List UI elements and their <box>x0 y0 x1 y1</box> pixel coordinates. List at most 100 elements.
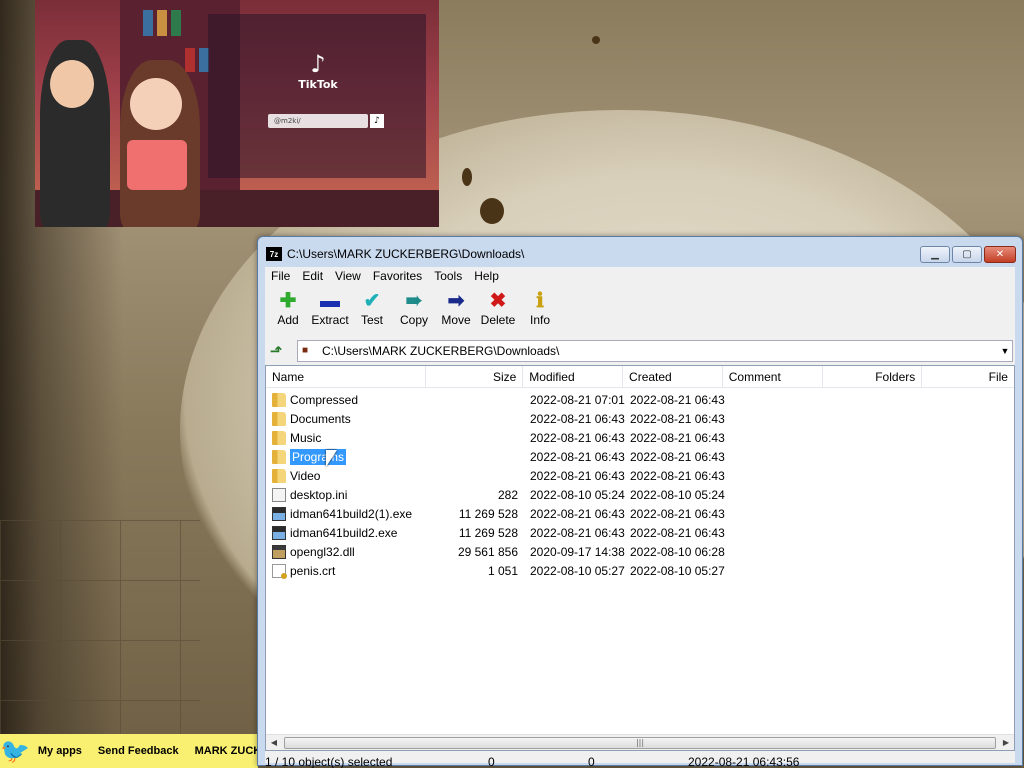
info-icon: ℹ <box>536 290 544 312</box>
status-selection: 1 / 10 object(s) selected <box>265 755 393 768</box>
move-label: Move <box>441 313 471 327</box>
file-modified: 2022-08-21 06:43 <box>530 430 625 445</box>
horizontal-scrollbar[interactable]: ◀ ||| ▶ <box>266 734 1014 750</box>
window-client: File Edit View Favorites Tools Help ✚ Ad… <box>265 267 1015 768</box>
file-icon <box>272 487 286 502</box>
file-created: 2022-08-21 06:43 <box>630 392 725 407</box>
scroll-right-icon[interactable]: ▶ <box>998 738 1014 747</box>
menu-tools[interactable]: Tools <box>428 267 468 285</box>
character-right-face <box>130 78 182 130</box>
double-arrow-icon: ➠ <box>405 290 423 312</box>
file-row[interactable]: Video 2022-08-21 06:43 2022-08-21 06:43 <box>266 466 1014 485</box>
up-folder-icon[interactable]: ⬏ <box>265 340 287 362</box>
file-row[interactable]: idman641build2.exe 11 269 528 2022-08-21 0… <box>266 523 1014 542</box>
column-files[interactable]: File <box>922 366 1014 387</box>
chevron-down-icon[interactable]: ▼ <box>998 346 1012 356</box>
book <box>185 48 195 72</box>
taskbar-send-feedback[interactable]: Send Feedback <box>90 745 187 757</box>
file-modified: 2022-08-21 06:43 <box>530 506 625 521</box>
menu-edit[interactable]: Edit <box>296 267 329 285</box>
file-modified: 2022-08-10 05:24 <box>530 487 625 502</box>
file-row[interactable]: idman641build2(1).exe 11 269 528 2022-08-2… <box>266 504 1014 523</box>
drive-icon: ■ <box>302 345 309 356</box>
file-row[interactable]: penis.crt 1 051 2022-08-10 05:27 2022-08-10… <box>266 561 1014 580</box>
file-created: 2022-08-21 06:43 <box>630 506 725 521</box>
menu-file[interactable]: File <box>265 267 296 285</box>
file-name-cell: opengl32.dll <box>266 544 426 559</box>
background-speck <box>462 168 472 186</box>
column-name[interactable]: Name <box>266 366 426 387</box>
folder-icon <box>272 392 286 407</box>
file-name-cell: Video <box>266 468 426 483</box>
file-name-cell: Documents <box>266 411 426 426</box>
file-list[interactable]: Name Size Modified Created Comment Folde… <box>265 365 1015 751</box>
file-created: 2022-08-10 05:24 <box>630 487 725 502</box>
folder-icon <box>272 468 286 483</box>
background-speck <box>480 198 504 224</box>
video-thumbnail[interactable]: ♪ TikTok @m2ki/ ♪ <box>35 0 439 227</box>
info-label: Info <box>529 313 550 327</box>
delete-button[interactable]: ✖ Delete <box>477 289 519 327</box>
file-manager-window: 7z C:\Users\MARK ZUCKERBERG\Downloads\ ▁… <box>257 236 1023 768</box>
file-row[interactable]: Documents 2022-08-21 06:43 2022-08-21 06:4… <box>266 409 1014 428</box>
tiktok-note-icon: ♪ <box>310 50 326 78</box>
add-button[interactable]: ✚ Add <box>267 289 309 327</box>
column-modified[interactable]: Modified <box>523 366 624 387</box>
file-row[interactable]: Programs 2022-08-21 06:43 2022-08-21 06:43 <box>266 447 1014 466</box>
file-name: Documents <box>290 411 351 426</box>
file-created: 2022-08-21 06:43 <box>630 449 725 464</box>
status-bar: 1 / 10 object(s) selected 0 0 2022-08-21… <box>265 753 1015 768</box>
minimize-button[interactable]: ▁ <box>920 246 950 263</box>
file-name: idman641build2.exe <box>290 525 398 540</box>
file-row[interactable]: Music 2022-08-21 06:43 2022-08-21 06:43 <box>266 428 1014 447</box>
menu-help[interactable]: Help <box>468 267 505 285</box>
status-packed-size: 0 <box>588 755 595 768</box>
scroll-left-icon[interactable]: ◀ <box>266 738 282 747</box>
status-size: 0 <box>488 755 495 768</box>
tiktok-overlay <box>208 14 426 178</box>
extract-label: Extract <box>311 313 349 327</box>
column-size[interactable]: Size <box>426 366 524 387</box>
copy-button[interactable]: ➠ Copy <box>393 289 435 327</box>
address-bar: ⬏ ■ C:\Users\MARK ZUCKERBERG\Downloads\ … <box>265 339 1015 363</box>
file-size: 1 051 <box>487 563 518 578</box>
window-title: C:\Users\MARK ZUCKERBERG\Downloads\ <box>287 247 525 261</box>
dll-file-icon <box>272 544 286 559</box>
title-bar[interactable]: 7z C:\Users\MARK ZUCKERBERG\Downloads\ <box>258 237 1022 271</box>
file-row[interactable]: desktop.ini 282 2022-08-10 05:24 2022-08-10… <box>266 485 1014 504</box>
file-modified: 2022-08-21 07:01 <box>530 392 625 407</box>
taskbar-user[interactable]: MARK ZUCK <box>187 745 258 757</box>
book <box>171 10 181 36</box>
file-name-cell: Compressed <box>266 392 426 407</box>
file-created: 2022-08-21 06:43 <box>630 430 725 445</box>
column-folders[interactable]: Folders <box>823 366 923 387</box>
column-created[interactable]: Created <box>623 366 723 387</box>
background-speck <box>592 36 600 44</box>
file-row[interactable]: Compressed 2022-08-21 07:01 2022-08-21 06:… <box>266 390 1014 409</box>
menu-view[interactable]: View <box>329 267 367 285</box>
bird-logo-icon[interactable]: 🐦 <box>0 734 30 768</box>
test-button[interactable]: ✔ Test <box>351 289 393 327</box>
file-name: opengl32.dll <box>290 544 355 559</box>
file-row[interactable]: opengl32.dll 29 561 856 2020-09-17 14:38 20… <box>266 542 1014 561</box>
close-button[interactable]: ✕ <box>984 246 1016 263</box>
file-modified: 2022-08-21 06:43 <box>530 411 625 426</box>
window-controls: ▁ ▢ ✕ <box>920 246 1016 263</box>
column-comment[interactable]: Comment <box>723 366 823 387</box>
extract-button[interactable]: ▬ Extract <box>309 289 351 327</box>
scrollbar-thumb[interactable]: ||| <box>284 736 996 749</box>
menu-bar: File Edit View Favorites Tools Help <box>265 267 1015 285</box>
tiktok-handle: @m2ki/ <box>268 114 368 128</box>
info-button[interactable]: ℹ Info <box>519 289 561 327</box>
status-datetime: 2022-08-21 06:43:56 <box>688 755 800 768</box>
file-name-cell: Music <box>266 430 426 445</box>
address-path: C:\Users\MARK ZUCKERBERG\Downloads\ <box>322 344 560 358</box>
menu-favorites[interactable]: Favorites <box>367 267 428 285</box>
file-modified: 2022-08-21 06:43 <box>530 449 625 464</box>
taskbar-my-apps[interactable]: My apps <box>30 745 90 757</box>
move-button[interactable]: ➡ Move <box>435 289 477 327</box>
address-input[interactable]: ■ C:\Users\MARK ZUCKERBERG\Downloads\ ▼ <box>297 340 1013 362</box>
maximize-button[interactable]: ▢ <box>952 246 982 263</box>
book <box>143 10 153 36</box>
list-rows: Compressed 2022-08-21 07:01 2022-08-21 06:… <box>266 388 1014 580</box>
